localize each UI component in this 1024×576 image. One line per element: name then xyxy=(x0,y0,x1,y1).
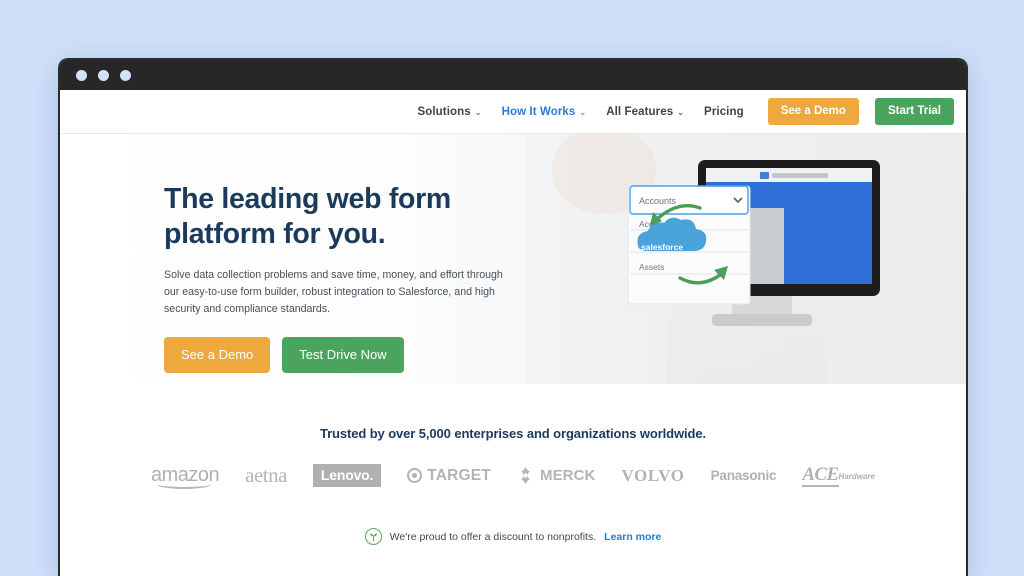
logo-merck: MERCK xyxy=(517,467,596,484)
logo-target: TARGET xyxy=(407,467,491,485)
nav-item-how-it-works-label: How It Works xyxy=(501,105,576,118)
hero-cta-group: See a Demo Test Drive Now xyxy=(164,337,524,373)
customer-logo-row: amazon aetna Lenovo. TARGET MERCK VOLVO … xyxy=(60,463,966,489)
logo-panasonic: Panasonic xyxy=(710,468,777,483)
chevron-down-icon: ⌄ xyxy=(474,108,482,117)
hero-test-drive-now-button[interactable]: Test Drive Now xyxy=(282,337,404,373)
nav-see-a-demo-button[interactable]: See a Demo xyxy=(767,98,859,125)
hero-title-line-1: The leading web form xyxy=(164,183,451,215)
target-bullseye-icon xyxy=(407,468,423,483)
logo-ace-subtext: Hardware xyxy=(838,471,876,481)
hero-title: The leading web form platform for you. xyxy=(164,182,524,252)
svg-text:Assets: Assets xyxy=(639,262,665,272)
logo-ace-text: ACE xyxy=(802,463,839,487)
merck-mark-icon xyxy=(521,467,530,484)
hero-subtitle: Solve data collection problems and save … xyxy=(164,268,503,315)
sprout-icon xyxy=(364,528,382,545)
hero-illustration: Accounts Accounts Applications Assets sa… xyxy=(627,160,880,326)
amazon-smile-icon xyxy=(156,480,211,489)
site-navigation: Solutions ⌄ How It Works ⌄ All Features … xyxy=(60,90,966,134)
nav-item-all-features[interactable]: All Features ⌄ xyxy=(606,106,684,118)
logo-lenovo: Lenovo. xyxy=(312,464,382,487)
nav-item-how-it-works[interactable]: How It Works ⌄ xyxy=(502,106,587,118)
nav-item-pricing-label: Pricing xyxy=(704,105,744,118)
logo-merck-text: MERCK xyxy=(539,467,596,484)
nav-item-solutions[interactable]: Solutions ⌄ xyxy=(417,106,481,118)
dropdown-value: Accounts xyxy=(639,196,677,206)
window-minimize-button[interactable] xyxy=(98,69,109,81)
nav-start-trial-button[interactable]: Start Trial xyxy=(874,98,954,125)
nonprofit-learn-more-link[interactable]: Learn more xyxy=(604,531,661,543)
hero-copy: The leading web form platform for you. S… xyxy=(164,182,524,373)
trusted-section: Trusted by over 5,000 enterprises and or… xyxy=(60,384,966,545)
logo-target-text: TARGET xyxy=(427,466,491,484)
hero-title-line-2: platform for you. xyxy=(164,217,386,250)
svg-text:salesforce: salesforce xyxy=(641,242,683,252)
browser-window: Solutions ⌄ How It Works ⌄ All Features … xyxy=(58,58,968,576)
nonprofit-notice: We're proud to offer a discount to nonpr… xyxy=(60,528,966,545)
logo-aetna: aetna xyxy=(245,463,287,487)
nav-item-all-features-label: All Features xyxy=(606,105,674,118)
nav-item-solutions-label: Solutions xyxy=(417,105,471,118)
trusted-title: Trusted by over 5,000 enterprises and or… xyxy=(319,426,707,441)
window-maximize-button[interactable] xyxy=(120,69,131,81)
logo-volvo: VOLVO xyxy=(621,465,685,485)
chevron-down-icon: ⌄ xyxy=(579,108,587,117)
browser-titlebar xyxy=(60,60,966,90)
logo-ace-hardware: ACE Hardware xyxy=(802,465,875,487)
window-close-button[interactable] xyxy=(76,69,87,81)
logo-amazon: amazon xyxy=(151,464,220,489)
hero-see-a-demo-button[interactable]: See a Demo xyxy=(164,337,271,373)
nav-item-pricing[interactable]: Pricing xyxy=(704,106,744,118)
hero-section: The leading web form platform for you. S… xyxy=(60,134,966,384)
chevron-down-icon: ⌄ xyxy=(677,108,685,117)
nonprofit-text: We're proud to offer a discount to nonpr… xyxy=(389,530,597,543)
